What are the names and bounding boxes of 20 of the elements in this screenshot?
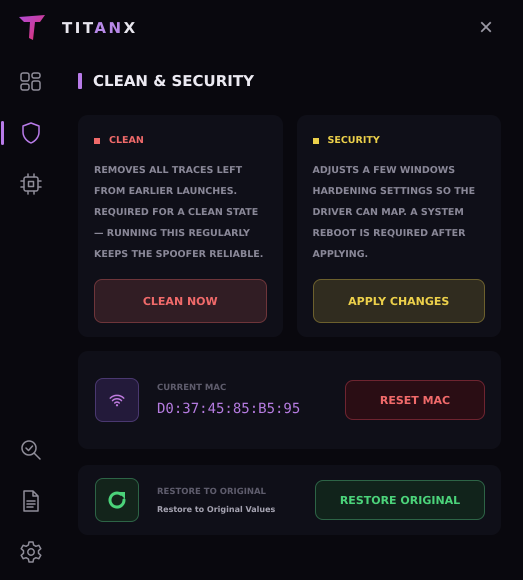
logo-icon <box>18 14 46 42</box>
restore-label: RESTORE TO ORIGINAL <box>157 486 267 496</box>
card-tag: CLEAN <box>109 135 144 146</box>
mac-address: D0:37:45:85:B5:95 <box>157 401 302 417</box>
page-title: CLEAN & SECURITY <box>93 72 254 90</box>
reset-mac-button[interactable]: RESET MAC <box>345 380 485 420</box>
brand-name: TITAN X <box>62 19 138 37</box>
card-description: REMOVES ALL TRACES LEFT FROM EARLIER LAUNCHES. REQUIRED FOR A CLEAN STATE — RUNNING THIS REGULARLY KEEPS THE SPOOFER RELIABLE. <box>94 164 264 262</box>
mac-label: CURRENT MAC <box>157 383 228 393</box>
card-description: ADJUSTS A FEW WINDOWS HARDENING SETTINGS SO THE DRIVER CAN MAP. A SYSTEM REBOOT IS REQUIRED AFTER APPLYING. <box>312 164 476 262</box>
card-tag: SECURITY <box>328 135 380 146</box>
wifi-icon <box>95 378 139 422</box>
restore-original-button[interactable]: RESTORE ORIGINAL <box>315 480 485 520</box>
card-action-button[interactable]: CLEAN NOW <box>94 279 266 323</box>
close-button[interactable]: × <box>474 16 497 40</box>
card-action-button[interactable]: APPLY CHANGES <box>312 279 485 323</box>
title-accent-bar <box>78 73 82 89</box>
active-indicator <box>1 121 4 145</box>
restore-subtitle: Restore to Original Values <box>157 504 276 514</box>
refresh-icon <box>95 478 139 522</box>
